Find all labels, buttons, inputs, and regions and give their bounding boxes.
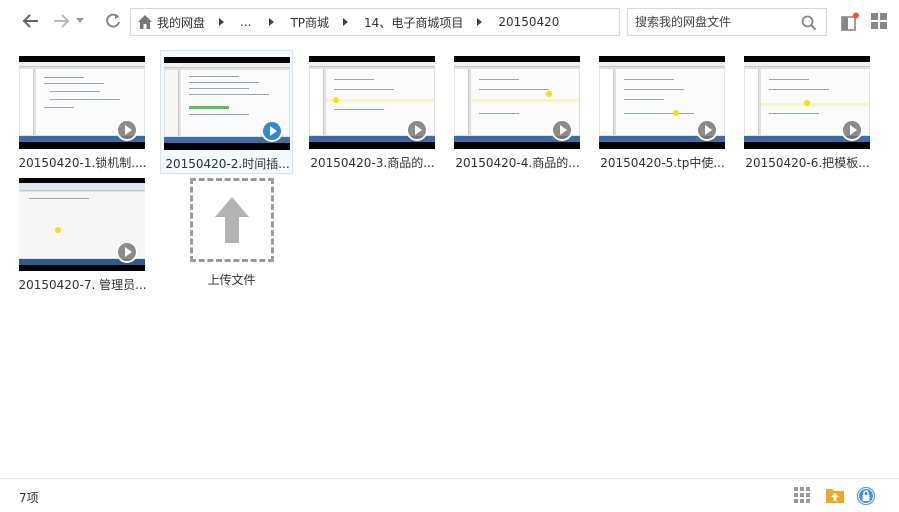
breadcrumb-separator[interactable] (269, 18, 275, 26)
breadcrumb-item[interactable]: TP商城 (290, 14, 329, 31)
breadcrumb-item-current[interactable]: 20150420 (498, 15, 559, 29)
refresh-icon (106, 13, 120, 28)
grid-view-icon[interactable] (870, 12, 890, 32)
file-name: 20150420-4.商品的... (455, 156, 580, 170)
breadcrumb-item[interactable]: ... (240, 15, 251, 29)
upload-arrow-icon (215, 197, 249, 243)
file-grid: 20150420-1.锁机制.... 20150420-2.时间插... 201… (0, 44, 899, 478)
path-bar: 我的网盘 ... TP商城 14、电子商城项目 20150420 (130, 8, 620, 36)
file-name: 20150420-2.时间插... (165, 157, 290, 171)
file-name: 20150420-5.tp中使... (600, 156, 725, 170)
arrow-left-icon (22, 14, 38, 28)
grid-view-icon[interactable] (793, 486, 813, 506)
file-name: 20150420-7. 管理员... (18, 278, 147, 292)
play-icon[interactable] (261, 120, 283, 142)
play-icon[interactable] (841, 119, 863, 141)
play-icon[interactable] (116, 241, 138, 263)
breadcrumb-item[interactable]: 我的网盘 (157, 14, 205, 31)
video-thumbnail (164, 57, 290, 150)
history-dropdown[interactable] (74, 10, 86, 32)
file-tile[interactable]: 20150420-7. 管理员... (16, 172, 149, 296)
upload-label: 上传文件 (207, 273, 256, 287)
window-notify-icon[interactable] (840, 12, 860, 32)
file-name: 20150420-6.把模板... (745, 156, 870, 170)
upload-tile[interactable]: 上传文件 (161, 172, 302, 296)
video-thumbnail (744, 56, 870, 149)
file-tile-selected[interactable]: 20150420-2.时间插... (160, 50, 293, 174)
play-icon[interactable] (116, 119, 138, 141)
video-thumbnail (19, 56, 145, 149)
file-tile[interactable]: 20150420-3.商品的... (306, 50, 439, 174)
video-thumbnail (454, 56, 580, 149)
home-icon[interactable] (137, 14, 153, 30)
arrow-right-icon (54, 14, 70, 28)
forward-button[interactable] (50, 10, 72, 32)
lock-icon[interactable] (856, 486, 876, 506)
item-count: 7项 (19, 491, 39, 505)
file-name: 20150420-3.商品的... (310, 156, 435, 170)
file-name: 20150420-1.锁机制.... (18, 156, 147, 170)
search-box[interactable] (627, 8, 827, 36)
upload-folder-icon[interactable] (825, 486, 845, 506)
breadcrumb-separator[interactable] (477, 18, 483, 26)
search-input[interactable] (635, 15, 795, 29)
video-thumbnail (599, 56, 725, 149)
refresh-button[interactable] (102, 10, 124, 32)
upload-button[interactable] (190, 178, 274, 262)
file-tile[interactable]: 20150420-6.把模板... (741, 50, 874, 174)
breadcrumb-separator[interactable] (343, 18, 349, 26)
search-icon[interactable] (801, 15, 817, 34)
toolbar: 我的网盘 ... TP商城 14、电子商城项目 20150420 (0, 0, 899, 44)
play-icon[interactable] (696, 119, 718, 141)
video-thumbnail (19, 178, 145, 271)
play-icon[interactable] (551, 119, 573, 141)
file-tile[interactable]: 20150420-5.tp中使... (596, 50, 729, 174)
file-tile[interactable]: 20150420-4.商品的... (451, 50, 584, 174)
play-icon[interactable] (406, 119, 428, 141)
chevron-down-icon (76, 18, 84, 23)
status-bar: 7项 (0, 478, 899, 512)
video-thumbnail (309, 56, 435, 149)
breadcrumb-item[interactable]: 14、电子商城项目 (364, 14, 463, 31)
file-tile[interactable]: 20150420-1.锁机制.... (16, 50, 149, 174)
back-button[interactable] (20, 10, 42, 32)
breadcrumb-separator[interactable] (219, 18, 225, 26)
